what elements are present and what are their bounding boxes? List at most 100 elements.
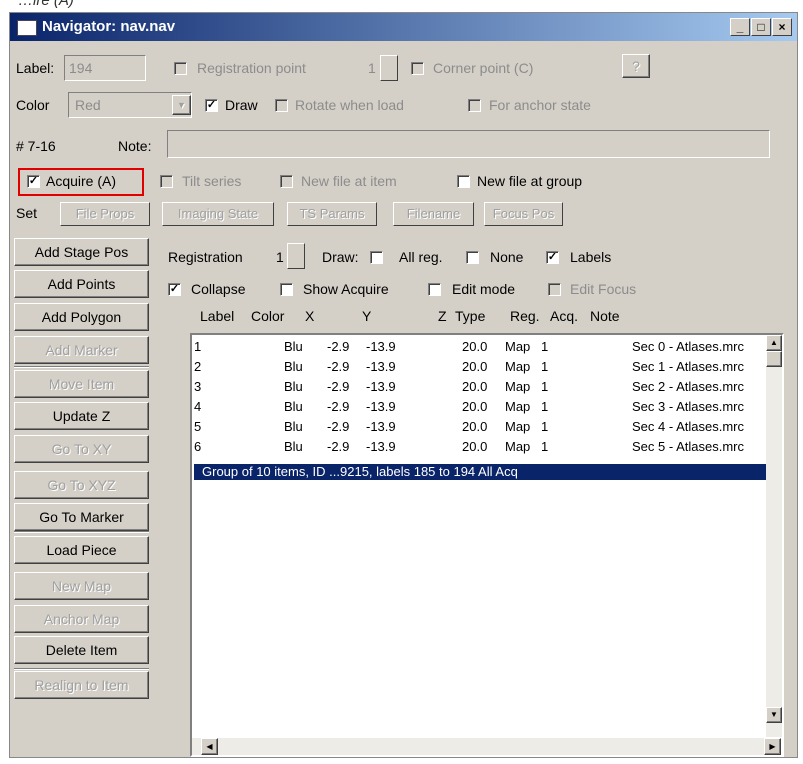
edit-focus-checkbox[interactable]	[548, 283, 561, 296]
all-reg-label: All reg.	[399, 249, 443, 265]
left-button[interactable]: Delete Item	[14, 636, 149, 664]
list-cell: Sec 3 - Atlases.mrc	[632, 399, 744, 414]
rotate-checkbox[interactable]	[275, 99, 288, 112]
caption-text: …ire (A)	[18, 0, 74, 9]
list-cell: -2.9	[327, 359, 350, 374]
list-cell: 1	[194, 339, 202, 354]
set-button[interactable]: TS Params	[287, 202, 377, 226]
column-header[interactable]: Acq.	[550, 308, 578, 324]
set-button[interactable]: File Props	[60, 202, 150, 226]
note-caption: Note:	[118, 138, 152, 154]
scroll-left-icon[interactable]: ◀	[201, 738, 218, 755]
column-header[interactable]: Note	[590, 308, 620, 324]
vertical-scrollbar[interactable]	[766, 335, 782, 737]
list-cell: 2	[194, 359, 202, 374]
list-cell: Map	[505, 359, 531, 374]
left-button[interactable]: Go To XY	[14, 435, 149, 463]
collapse-checkbox[interactable]: ✓	[168, 283, 181, 296]
left-button[interactable]: Go To Marker	[14, 503, 149, 531]
registration-point-checkbox[interactable]	[174, 62, 187, 75]
chevron-down-icon[interactable]: ▼	[172, 95, 191, 115]
set-caption: Set	[16, 205, 38, 221]
label-caption: Label:	[16, 60, 55, 76]
new-file-group-checkbox[interactable]	[457, 175, 470, 188]
column-header[interactable]: Z	[438, 308, 447, 324]
show-acquire-checkbox[interactable]	[280, 283, 293, 296]
anchor-state-checkbox[interactable]	[468, 99, 481, 112]
list-cell: Map	[505, 399, 531, 414]
list-item[interactable]: 4 Blu -2.9 -13.9 20.0 Map 1 Sec 3 - Atlases.mrc	[194, 399, 764, 417]
scroll-up-icon[interactable]: ▲	[766, 335, 782, 351]
labels-label: Labels	[570, 249, 612, 265]
registration-point-spinner[interactable]	[380, 55, 398, 81]
tilt-series-checkbox[interactable]	[160, 175, 173, 188]
left-button[interactable]: Add Marker	[14, 336, 149, 364]
column-header[interactable]: Color	[251, 308, 284, 324]
column-header[interactable]: Label	[200, 308, 234, 324]
note-field[interactable]	[167, 130, 770, 158]
set-button[interactable]: Focus Pos	[484, 202, 563, 226]
minimize-button[interactable]: _	[730, 18, 750, 36]
list-cell: 20.0	[462, 359, 488, 374]
list-cell: 1	[541, 399, 549, 414]
none-checkbox[interactable]	[466, 251, 479, 264]
registration-spinner[interactable]	[287, 243, 305, 269]
set-button[interactable]: Filename	[393, 202, 474, 226]
list-item[interactable]: 5 Blu -2.9 -13.9 20.0 Map 1 Sec 4 - Atlases.mrc	[194, 419, 764, 437]
column-header[interactable]: X	[305, 308, 314, 324]
scroll-thumb[interactable]	[766, 351, 782, 367]
tilt-series-label: Tilt series	[182, 173, 242, 189]
left-button[interactable]: Go To XYZ	[14, 471, 149, 499]
list-cell: -13.9	[366, 419, 396, 434]
list-cell: -13.9	[366, 339, 396, 354]
left-button[interactable]: Add Polygon	[14, 303, 149, 331]
column-header[interactable]: Reg.	[510, 308, 540, 324]
close-button[interactable]: ×	[772, 18, 792, 36]
draw-caption: Draw:	[322, 249, 359, 265]
left-button[interactable]: Anchor Map	[14, 605, 149, 633]
column-header[interactable]: Y	[362, 308, 371, 324]
left-button[interactable]: Add Points	[14, 270, 149, 298]
all-reg-checkbox[interactable]	[370, 251, 383, 264]
button-separator	[14, 366, 149, 368]
horizontal-scrollbar[interactable]	[192, 738, 766, 755]
acquire-label: Acquire (A)	[46, 173, 117, 189]
left-button[interactable]: Load Piece	[14, 536, 149, 564]
labels-checkbox[interactable]: ✓	[546, 251, 559, 264]
anchor-state-label: For anchor state	[489, 97, 591, 113]
list-item[interactable]: 3 Blu -2.9 -13.9 20.0 Map 1 Sec 2 - Atlases.mrc	[194, 379, 764, 397]
left-button[interactable]: Update Z	[14, 402, 149, 430]
help-button[interactable]: ?	[622, 54, 650, 78]
list-item[interactable]: 2 Blu -2.9 -13.9 20.0 Map 1 Sec 1 - Atlases.mrc	[194, 359, 764, 377]
collapse-label: Collapse	[191, 281, 246, 297]
acquire-checkbox[interactable]: ✓	[27, 175, 40, 188]
new-file-item-checkbox[interactable]	[280, 175, 293, 188]
edit-focus-label: Edit Focus	[570, 281, 637, 297]
edit-mode-checkbox[interactable]	[428, 283, 441, 296]
list-item[interactable]: 6 Blu -2.9 -13.9 20.0 Map 1 Sec 5 - Atlases.mrc	[194, 439, 764, 457]
left-button[interactable]: New Map	[14, 572, 149, 600]
left-button[interactable]: Realign to Item	[14, 671, 149, 699]
scroll-down-icon[interactable]: ▼	[766, 707, 782, 723]
list-cell: -2.9	[327, 379, 350, 394]
column-header[interactable]: Type	[455, 308, 485, 324]
list-cell: Blu	[284, 339, 303, 354]
scroll-right-icon[interactable]: ▶	[764, 738, 781, 755]
corner-point-checkbox[interactable]	[411, 62, 424, 75]
list-cell: 5	[194, 419, 202, 434]
group-row[interactable]: Group of 10 items, ID ...9215, labels 18…	[194, 464, 770, 480]
item-number: # 7-16	[16, 138, 56, 154]
maximize-button[interactable]: □	[751, 18, 771, 36]
list-item[interactable]: 1 Blu -2.9 -13.9 20.0 Map 1 Sec 0 - Atlases.mrc	[194, 339, 764, 357]
list-cell: 20.0	[462, 339, 488, 354]
window-title: Navigator: nav.nav	[42, 18, 176, 35]
registration-value[interactable]: 1	[276, 249, 284, 265]
left-button[interactable]: Add Stage Pos	[14, 238, 149, 266]
list-cell: Sec 2 - Atlases.mrc	[632, 379, 744, 394]
draw-checkbox[interactable]: ✓	[205, 99, 218, 112]
label-field[interactable]: 194	[64, 55, 146, 81]
left-button[interactable]: Move Item	[14, 370, 149, 398]
registration-caption: Registration	[168, 249, 243, 265]
color-caption: Color	[16, 97, 50, 113]
set-button[interactable]: Imaging State	[162, 202, 274, 226]
